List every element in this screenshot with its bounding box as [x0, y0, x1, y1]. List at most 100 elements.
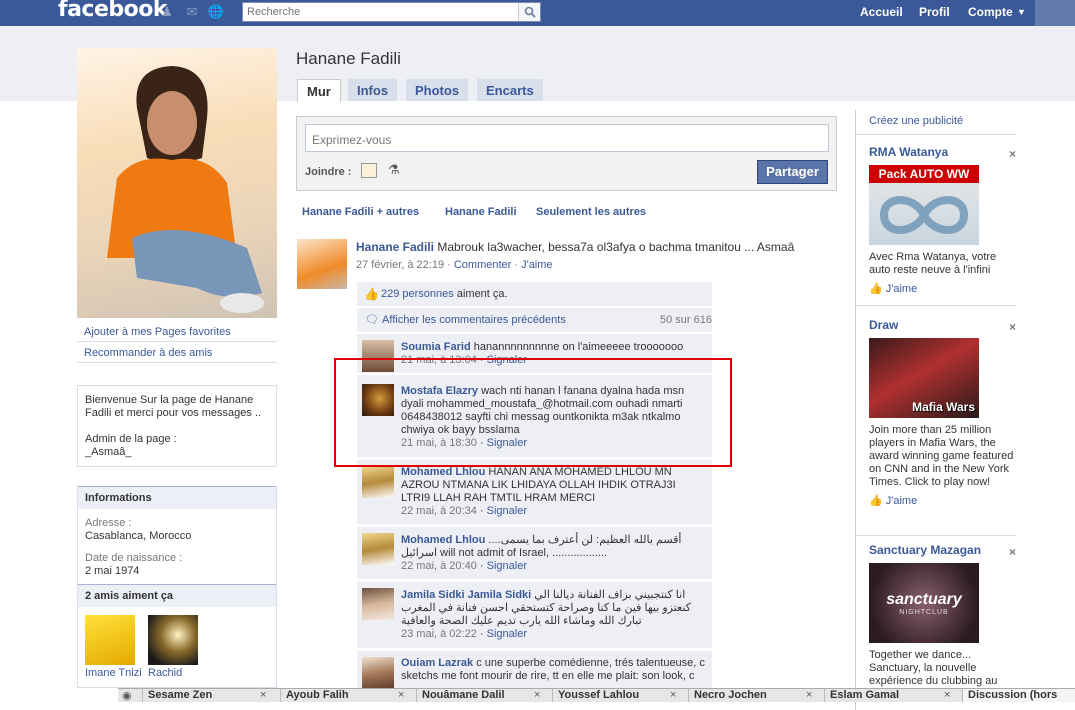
- friend-requests-icon[interactable]: ♟: [158, 4, 176, 20]
- close-icon[interactable]: ×: [260, 689, 266, 701]
- ad-title[interactable]: RMA Watanya: [869, 145, 948, 159]
- like-link[interactable]: J'aime: [521, 259, 552, 271]
- photo-attach-icon[interactable]: [361, 163, 377, 178]
- left-column: Ajouter à mes Pages favorites Recommande…: [77, 48, 277, 688]
- likes-count-link[interactable]: 229 personnes: [381, 288, 454, 300]
- tab-info[interactable]: Infos: [348, 79, 398, 101]
- report-link[interactable]: Signaler: [487, 628, 527, 640]
- report-link[interactable]: Signaler: [487, 560, 527, 572]
- chat-status-tab[interactable]: Discussion (hors: [962, 689, 1075, 702]
- commenter-avatar[interactable]: [362, 657, 394, 689]
- ad-image[interactable]: Pack AUTO WW: [869, 165, 979, 245]
- search-box[interactable]: [242, 2, 541, 22]
- chat-tab[interactable]: Sesame Zen: [142, 689, 212, 702]
- likes-suffix: aiment ça.: [456, 288, 508, 300]
- post-author[interactable]: Hanane Fadili: [356, 240, 434, 254]
- close-icon[interactable]: ×: [1009, 147, 1016, 161]
- messages-icon[interactable]: ✉: [183, 4, 201, 20]
- close-icon[interactable]: ×: [806, 689, 812, 701]
- add-to-favorites-link[interactable]: Ajouter à mes Pages favorites: [77, 321, 277, 342]
- commenter-avatar[interactable]: [362, 466, 394, 498]
- chat-tab[interactable]: Eslam Gamal: [824, 689, 899, 702]
- tab-wall[interactable]: Mur: [297, 79, 341, 102]
- admin-label: Admin de la page :: [85, 433, 177, 445]
- search-icon: [524, 6, 536, 18]
- commenter-name[interactable]: Jamila Sidki Jamila Sidki: [401, 589, 531, 601]
- post-author-avatar[interactable]: [297, 239, 347, 289]
- address-label: Adresse :: [85, 517, 132, 529]
- video-attach-icon[interactable]: ⚗: [388, 162, 400, 178]
- page-title: Hanane Fadili: [296, 49, 401, 68]
- commenter-avatar[interactable]: [362, 588, 394, 620]
- comment-bubble-icon: 🗨: [365, 314, 379, 326]
- post-date[interactable]: 27 février, à 22:19: [356, 259, 444, 271]
- infinity-icon: [879, 196, 969, 234]
- ad-image-sublabel: NIGHTCLUB: [899, 609, 949, 616]
- ad-text: Together we dance... Sanctuary, la nouve…: [869, 649, 998, 687]
- birth-value: 2 mai 1974: [85, 565, 140, 577]
- commenter-avatar[interactable]: [362, 533, 394, 565]
- notifications-icon[interactable]: 🌐: [207, 4, 225, 20]
- close-icon[interactable]: ×: [1009, 545, 1016, 559]
- show-previous-comments-link[interactable]: Afficher les commentaires précédents: [382, 314, 566, 326]
- ad-image[interactable]: Mafia Wars: [869, 338, 979, 418]
- chat-tab[interactable]: Ayoub Falih: [280, 689, 349, 702]
- status-input[interactable]: Exprimez-vous: [305, 124, 829, 152]
- chat-tab[interactable]: Youssef Lahlou: [552, 689, 639, 702]
- filter-page[interactable]: Hanane Fadili: [445, 206, 517, 218]
- commenter-name[interactable]: Ouiam Lazrak: [401, 657, 473, 669]
- report-link[interactable]: Signaler: [487, 505, 527, 517]
- ad-title[interactable]: Sanctuary Mazagan: [869, 543, 981, 557]
- likes-row: 👍 229 personnes aiment ça.: [357, 282, 712, 306]
- ad-image-label: Pack AUTO WW: [869, 165, 979, 183]
- bio-text: Bienvenue Sur la page de Hanane Fadili e…: [85, 394, 262, 419]
- friend-avatar[interactable]: [148, 615, 198, 665]
- highlight-annotation-box: [334, 358, 732, 467]
- thumbs-up-icon: 👍: [869, 495, 883, 507]
- comment-date: 23 mai, à 02:22: [401, 628, 477, 640]
- nav-account[interactable]: Compte: [968, 5, 1013, 19]
- friend-name[interactable]: Imane Tnizi: [85, 667, 142, 679]
- commenter-name[interactable]: Mohamed Lhlou: [401, 466, 485, 478]
- ad-image[interactable]: sanctuary NIGHTCLUB: [869, 563, 979, 643]
- close-icon[interactable]: ×: [670, 689, 676, 701]
- ad-like-link[interactable]: J'aime: [886, 283, 917, 295]
- filter-all[interactable]: Hanane Fadili + autres: [302, 206, 419, 218]
- close-icon[interactable]: ×: [1009, 320, 1016, 334]
- filter-others[interactable]: Seulement les autres: [536, 206, 646, 218]
- share-button[interactable]: Partager: [757, 160, 828, 184]
- topbar-right-edge: [1035, 0, 1075, 26]
- search-input[interactable]: [243, 3, 513, 21]
- recommend-link[interactable]: Recommander à des amis: [77, 342, 277, 363]
- ad-item: Sanctuary Mazagan × sanctuary NIGHTCLUB …: [869, 543, 1019, 688]
- chat-globe-icon[interactable]: ◉: [122, 689, 132, 702]
- close-icon[interactable]: ×: [398, 689, 404, 701]
- post: Hanane Fadili Mabrouk la3wacher, bessa7a…: [356, 240, 836, 255]
- profile-picture[interactable]: [77, 48, 277, 318]
- chat-tab[interactable]: Nouâmane Dalil: [416, 689, 505, 702]
- address-value: Casablanca, Morocco: [85, 530, 192, 542]
- ad-title[interactable]: Draw: [869, 318, 898, 332]
- ad-like-link[interactable]: J'aime: [886, 495, 917, 507]
- chat-tab[interactable]: Necro Jochen: [688, 689, 767, 702]
- bio-box: Bienvenue Sur la page de Hanane Fadili e…: [77, 385, 277, 467]
- nav-profile[interactable]: Profil: [919, 5, 950, 19]
- friends-heading: 2 amis aiment ça: [78, 584, 276, 607]
- close-icon[interactable]: ×: [944, 689, 950, 701]
- comment-link[interactable]: Commenter: [454, 259, 511, 271]
- commenter-name[interactable]: Mohamed Lhlou: [401, 534, 485, 546]
- friend-avatar[interactable]: [85, 615, 135, 665]
- friend-name[interactable]: Rachid: [148, 667, 182, 679]
- commenter-name[interactable]: Soumia Farid: [401, 341, 471, 353]
- close-icon[interactable]: ×: [534, 689, 540, 701]
- ad-text: Join more than 25 million players in Maf…: [869, 424, 1014, 488]
- nav-home[interactable]: Accueil: [860, 5, 903, 19]
- thumbs-up-icon: 👍: [364, 287, 379, 301]
- chevron-down-icon[interactable]: ▼: [1017, 7, 1026, 17]
- tab-boxes[interactable]: Encarts: [477, 79, 543, 101]
- create-ad-link[interactable]: Créez une publicité: [869, 115, 963, 127]
- tab-photos[interactable]: Photos: [406, 79, 469, 101]
- facebook-logo[interactable]: facebook: [58, 0, 168, 22]
- search-button[interactable]: [518, 3, 540, 21]
- comment-date: 22 mai, à 20:34: [401, 505, 477, 517]
